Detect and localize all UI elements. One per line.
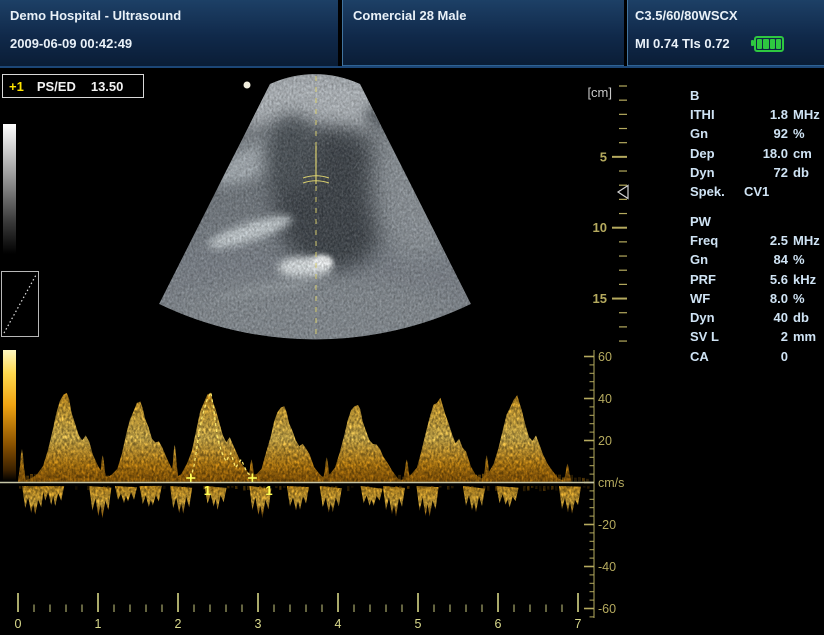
svg-text:cm/s: cm/s <box>598 476 624 490</box>
svg-text:15: 15 <box>593 291 607 306</box>
param-text: % <box>788 289 822 308</box>
param-text: 40 <box>744 308 788 327</box>
header-bar: Demo Hospital - Ultrasound 2009-06-09 00… <box>0 0 824 68</box>
param-row: Gn92% <box>690 124 822 143</box>
exam-datetime: 2009-06-09 00:42:49 <box>10 36 132 51</box>
svg-text:10: 10 <box>593 220 607 235</box>
param-text: 8.0 <box>744 289 788 308</box>
param-text: cm <box>788 144 822 163</box>
param-text: % <box>788 124 822 143</box>
svg-text:-60: -60 <box>598 602 616 616</box>
param-row: ITHI1.8MHz <box>690 105 822 124</box>
bmode-params-panel: B ITHI1.8MHzGn92%Dep18.0cmDyn72dbSpek.CV… <box>690 86 822 201</box>
ultrasound-screen: Demo Hospital - Ultrasound 2009-06-09 00… <box>0 0 824 635</box>
svg-text:-20: -20 <box>598 518 616 532</box>
svg-text:7: 7 <box>575 617 582 631</box>
param-row: SV L2mm <box>690 327 822 346</box>
bmode-image[interactable]: [cm] 5 10 15 <box>0 68 660 350</box>
param-row: PRF5.6kHz <box>690 270 822 289</box>
param-text: 72 <box>744 163 788 182</box>
svg-text:0: 0 <box>15 617 22 631</box>
svg-text:3: 3 <box>255 617 262 631</box>
param-text: 1.8 <box>744 105 788 124</box>
output-indices: MI 0.74 TIs 0.72 <box>635 36 730 51</box>
svg-text:1: 1 <box>204 483 211 498</box>
param-text: 84 <box>744 250 788 269</box>
param-text: Gn <box>690 250 744 269</box>
sector-image <box>150 68 480 350</box>
param-text: Dyn <box>690 163 744 182</box>
param-text: 2.5 <box>744 231 788 250</box>
header-section-hospital: Demo Hospital - Ultrasound 2009-06-09 00… <box>0 0 338 66</box>
probe-orientation-dot <box>244 82 251 89</box>
pw-params-title: PW <box>690 212 822 231</box>
param-text: WF <box>690 289 744 308</box>
param-text: 2 <box>744 327 788 346</box>
svg-text:1: 1 <box>95 617 102 631</box>
patient-info: Comercial 28 Male <box>353 8 466 23</box>
param-text: ITHI <box>690 105 744 124</box>
param-text: 0 <box>744 347 788 366</box>
svg-text:60: 60 <box>598 350 612 364</box>
param-text: CV1 <box>744 182 788 201</box>
spectral-display[interactable]: 11 604020cm/s-20-40-60 01234567 <box>0 330 824 635</box>
param-text: Dep <box>690 144 744 163</box>
param-text: kHz <box>788 270 822 289</box>
svg-text:40: 40 <box>598 392 612 406</box>
param-row: Freq2.5MHz <box>690 231 822 250</box>
svg-text:2: 2 <box>175 617 182 631</box>
param-row: Dyn40db <box>690 308 822 327</box>
param-text: mm <box>788 327 822 346</box>
param-text: CA <box>690 347 744 366</box>
svg-text:-40: -40 <box>598 560 616 574</box>
svg-text:1: 1 <box>265 483 272 498</box>
param-text: Gn <box>690 124 744 143</box>
param-text: Freq <box>690 231 744 250</box>
svg-text:6: 6 <box>495 617 502 631</box>
param-row: WF8.0% <box>690 289 822 308</box>
param-text: db <box>788 308 822 327</box>
param-row: Dep18.0cm <box>690 144 822 163</box>
battery-icon <box>754 36 784 52</box>
depth-ruler: [cm] 5 10 15 <box>587 85 627 341</box>
param-text: Dyn <box>690 308 744 327</box>
param-text: Spek. <box>690 182 744 201</box>
param-text: % <box>788 250 822 269</box>
param-text: MHz <box>788 105 822 124</box>
param-row: Spek.CV1 <box>690 182 822 201</box>
svg-text:20: 20 <box>598 434 612 448</box>
param-text: 92 <box>744 124 788 143</box>
header-section-patient: Comercial 28 Male <box>342 0 624 66</box>
svg-text:5: 5 <box>600 149 607 164</box>
param-row: Gn84% <box>690 250 822 269</box>
param-text: 5.6 <box>744 270 788 289</box>
svg-text:[cm]: [cm] <box>587 85 612 100</box>
param-text: db <box>788 163 822 182</box>
bmode-params-title: B <box>690 86 822 105</box>
param-text <box>788 182 822 201</box>
hospital-name: Demo Hospital - Ultrasound <box>10 8 181 23</box>
header-section-probe: C3.5/60/80WSCX MI 0.74 TIs 0.72 <box>627 0 824 66</box>
svg-text:5: 5 <box>415 617 422 631</box>
param-text: 18.0 <box>744 144 788 163</box>
probe-preset: C3.5/60/80WSCX <box>635 8 738 23</box>
param-text: MHz <box>788 231 822 250</box>
svg-text:4: 4 <box>335 617 342 631</box>
focus-marker[interactable] <box>618 186 628 199</box>
param-row: CA0 <box>690 347 822 366</box>
param-text: PRF <box>690 270 744 289</box>
pw-params-panel: PW Freq2.5MHzGn84%PRF5.6kHzWF8.0%Dyn40db… <box>690 212 822 366</box>
param-text: SV L <box>690 327 744 346</box>
param-text <box>788 347 822 366</box>
param-row: Dyn72db <box>690 163 822 182</box>
